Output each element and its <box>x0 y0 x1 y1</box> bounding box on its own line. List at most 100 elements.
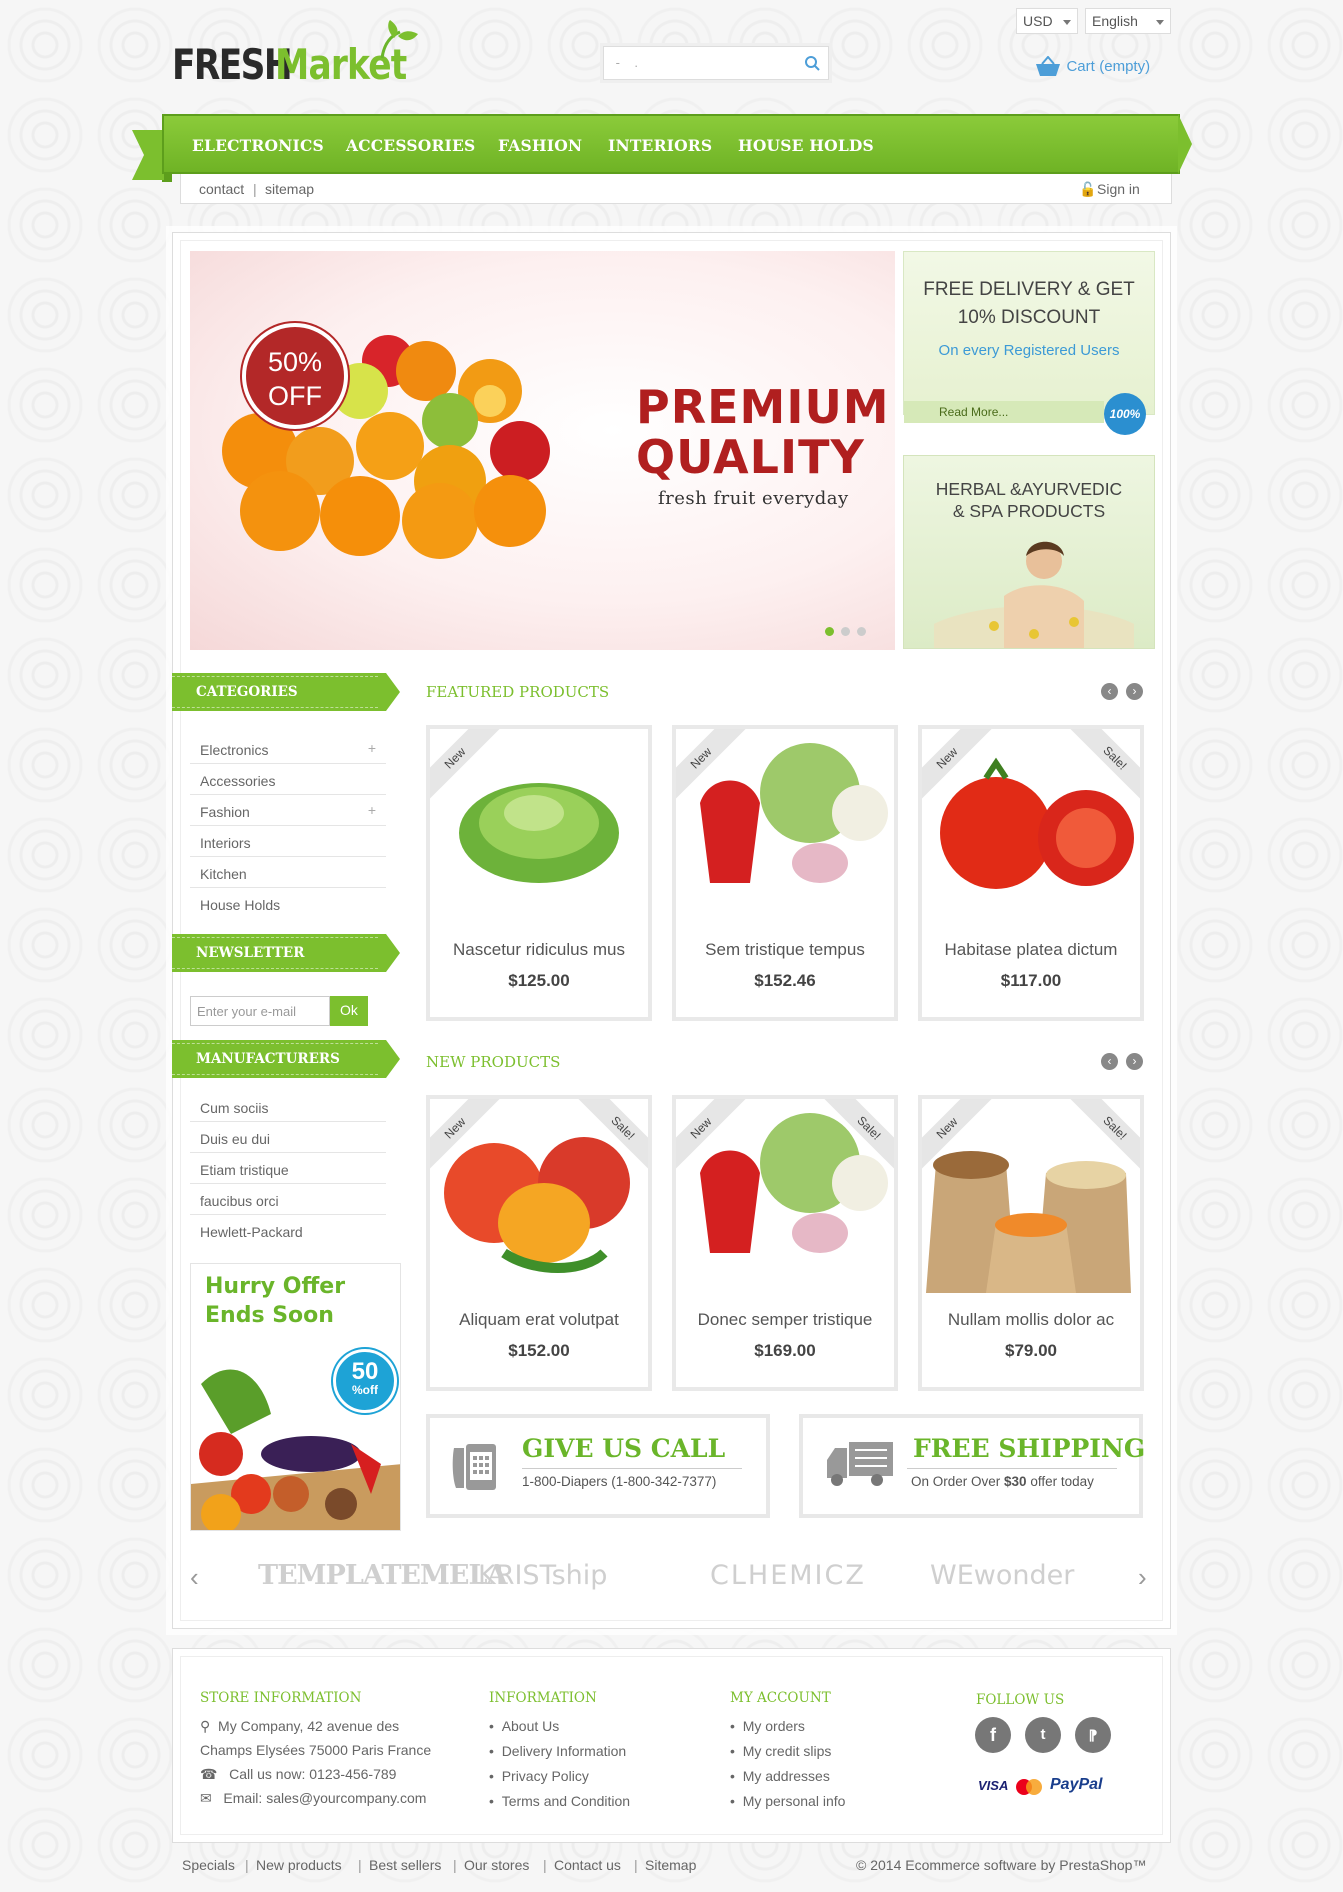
promo1-badge: 100% <box>1104 393 1146 435</box>
sitemap-link[interactable]: sitemap <box>265 181 314 197</box>
copyright: © 2014 Ecommerce software by PrestaShop™ <box>856 1857 1147 1873</box>
manufacturer-item[interactable]: faucibus orci <box>190 1184 386 1215</box>
bottom-link[interactable]: New products <box>256 1857 342 1873</box>
search-box[interactable]: - . <box>603 46 829 80</box>
category-item[interactable]: Interiors <box>190 826 386 857</box>
phone-text: Call us now: 0123-456-789 <box>229 1766 397 1782</box>
carousel-next-icon[interactable]: › <box>1138 1562 1147 1593</box>
product-card[interactable]: New Sale! Habitase platea dictum $117.00 <box>918 725 1144 1021</box>
product-name[interactable]: Donec semper tristique <box>676 1310 894 1330</box>
product-card[interactable]: New Sem tristique tempus $152.46 <box>672 725 898 1021</box>
new-ribbon: New <box>922 729 1002 809</box>
manufacturer-item[interactable]: Duis eu dui <box>190 1122 386 1153</box>
basket-icon <box>1036 55 1060 76</box>
cart-label: Cart <box>1066 58 1095 76</box>
product-card[interactable]: New Nascetur ridiculus mus $125.00 <box>426 725 652 1021</box>
bottom-link[interactable]: Contact us <box>554 1857 621 1873</box>
brand-logo[interactable]: CLHEMICZ <box>710 1560 866 1591</box>
logo[interactable]: FRESH Market <box>172 20 422 94</box>
leaf-icon <box>380 20 418 59</box>
shipping-box: FREE SHIPPING On Order Over $30 offer to… <box>799 1414 1145 1518</box>
sign-in-link[interactable]: Sign in <box>1097 181 1140 197</box>
product-name[interactable]: Nascetur ridiculus mus <box>430 940 648 960</box>
product-name[interactable]: Sem tristique tempus <box>676 940 894 960</box>
arrow-right-icon[interactable]: › <box>1126 1053 1143 1070</box>
currency-select[interactable]: USD <box>1016 8 1078 34</box>
promo-free-delivery[interactable]: FREE DELIVERY & GET 10% DISCOUNT On every… <box>903 251 1155 435</box>
sale-label: Sale! <box>576 1099 648 1175</box>
product-name[interactable]: Habitase platea dictum <box>922 940 1140 960</box>
slider-dot[interactable] <box>825 627 834 636</box>
nav-item-electronics[interactable]: ELECTRONICS <box>192 136 324 155</box>
nav-item-house-holds[interactable]: HOUSE HOLDS <box>738 136 874 155</box>
manufacturer-item[interactable]: Cum sociis <box>190 1091 386 1122</box>
footer-link[interactable]: • My addresses <box>730 1768 830 1784</box>
address-line-2: Champs Elysées 75000 Paris France <box>200 1742 432 1758</box>
bottom-link[interactable]: Our stores <box>464 1857 529 1873</box>
information-heading: INFORMATION <box>489 1690 597 1706</box>
bottom-link[interactable]: Best sellers <box>369 1857 441 1873</box>
bottom-link[interactable]: Specials <box>182 1857 235 1873</box>
footer-link[interactable]: • My credit slips <box>730 1743 831 1759</box>
footer-link[interactable]: • Delivery Information <box>489 1743 626 1759</box>
category-label: Kitchen <box>200 866 247 882</box>
slider-dot[interactable] <box>857 627 866 636</box>
product-card[interactable]: New Sale! Aliquam erat volutpat $152.00 <box>426 1095 652 1391</box>
footer-link-label: My credit slips <box>742 1743 832 1759</box>
arrow-left-icon[interactable]: ‹ <box>1101 683 1118 700</box>
category-item[interactable]: Fashion + <box>190 795 386 826</box>
brand-logo[interactable]: KRISTship <box>478 1560 607 1591</box>
product-name[interactable]: Aliquam erat volutpat <box>430 1310 648 1330</box>
contact-link[interactable]: contact <box>199 181 244 197</box>
search-icon[interactable] <box>804 55 820 71</box>
slider-dot[interactable] <box>841 627 850 636</box>
nav-item-fashion[interactable]: FASHION <box>498 136 582 155</box>
nav-item-accessories[interactable]: ACCESSORIES <box>346 136 475 155</box>
hurry-title-1: Hurry Offer <box>205 1274 346 1299</box>
email-text: Email: sales@yourcompany.com <box>223 1790 427 1806</box>
footer-link[interactable]: • Terms and Condition <box>489 1793 630 1809</box>
product-price: $79.00 <box>1005 1341 1057 1360</box>
footer-link[interactable]: • My orders <box>730 1718 805 1734</box>
email-line[interactable]: ✉ Email: sales@yourcompany.com <box>200 1790 426 1807</box>
newsletter-email-input[interactable]: Enter your e-mail <box>190 996 330 1026</box>
manufacturer-item[interactable]: Hewlett-Packard <box>190 1215 386 1246</box>
cart-link[interactable]: Cart (empty) <box>1034 55 1150 82</box>
plus-icon[interactable]: + <box>368 802 376 818</box>
discount-percent: 50% <box>267 347 323 377</box>
twitter-icon[interactable]: t <box>1025 1717 1061 1753</box>
language-select[interactable]: English <box>1085 8 1171 34</box>
brand-logo[interactable]: TEMPLATEMELA <box>258 1560 507 1591</box>
plus-icon[interactable]: + <box>368 740 376 756</box>
divider <box>522 1468 742 1469</box>
carousel-prev-icon[interactable]: ‹ <box>190 1562 199 1593</box>
category-item[interactable]: Accessories <box>190 764 386 795</box>
footer-link[interactable]: • My personal info <box>730 1793 845 1809</box>
shipping-text: On Order Over $30 offer today <box>911 1474 1094 1489</box>
footer-link[interactable]: • Privacy Policy <box>489 1768 589 1784</box>
newsletter-ok-button[interactable]: Ok <box>330 996 368 1026</box>
location-icon: ⚲ <box>200 1718 211 1734</box>
discount-badge: 50% OFF <box>242 323 348 429</box>
arrow-right-icon[interactable]: › <box>1126 683 1143 700</box>
brand-logo[interactable]: WEwonder <box>930 1560 1074 1591</box>
newsletter-heading: NEWSLETTER <box>172 934 400 972</box>
promo-herbal-spa[interactable]: HERBAL &AYURVEDIC & SPA PRODUCTS <box>903 455 1155 649</box>
nav-item-interiors[interactable]: INTERIORS <box>608 136 712 155</box>
manufacturer-item[interactable]: Etiam tristique <box>190 1153 386 1184</box>
category-item[interactable]: Kitchen <box>190 857 386 888</box>
category-item[interactable]: House Holds <box>190 888 386 919</box>
footer-link[interactable]: • About Us <box>489 1718 559 1734</box>
rss-icon[interactable]: ⁋ <box>1075 1717 1111 1753</box>
product-card[interactable]: New Sale! Nullam mollis dolor ac $79.00 <box>918 1095 1144 1391</box>
facebook-icon[interactable]: f <box>975 1717 1011 1753</box>
bottom-link[interactable]: Sitemap <box>645 1857 696 1873</box>
hurry-offer-banner[interactable]: Hurry Offer Ends Soon 50 %off <box>190 1263 401 1531</box>
arrow-left-icon[interactable]: ‹ <box>1101 1053 1118 1070</box>
read-more-link[interactable]: Read More... <box>904 401 1104 423</box>
product-price: $169.00 <box>754 1341 816 1360</box>
search-input[interactable]: - . <box>612 55 638 70</box>
product-card[interactable]: New Sale! Donec semper tristique $169.00 <box>672 1095 898 1391</box>
category-item[interactable]: Electronics + <box>190 733 386 764</box>
product-name[interactable]: Nullam mollis dolor ac <box>922 1310 1140 1330</box>
